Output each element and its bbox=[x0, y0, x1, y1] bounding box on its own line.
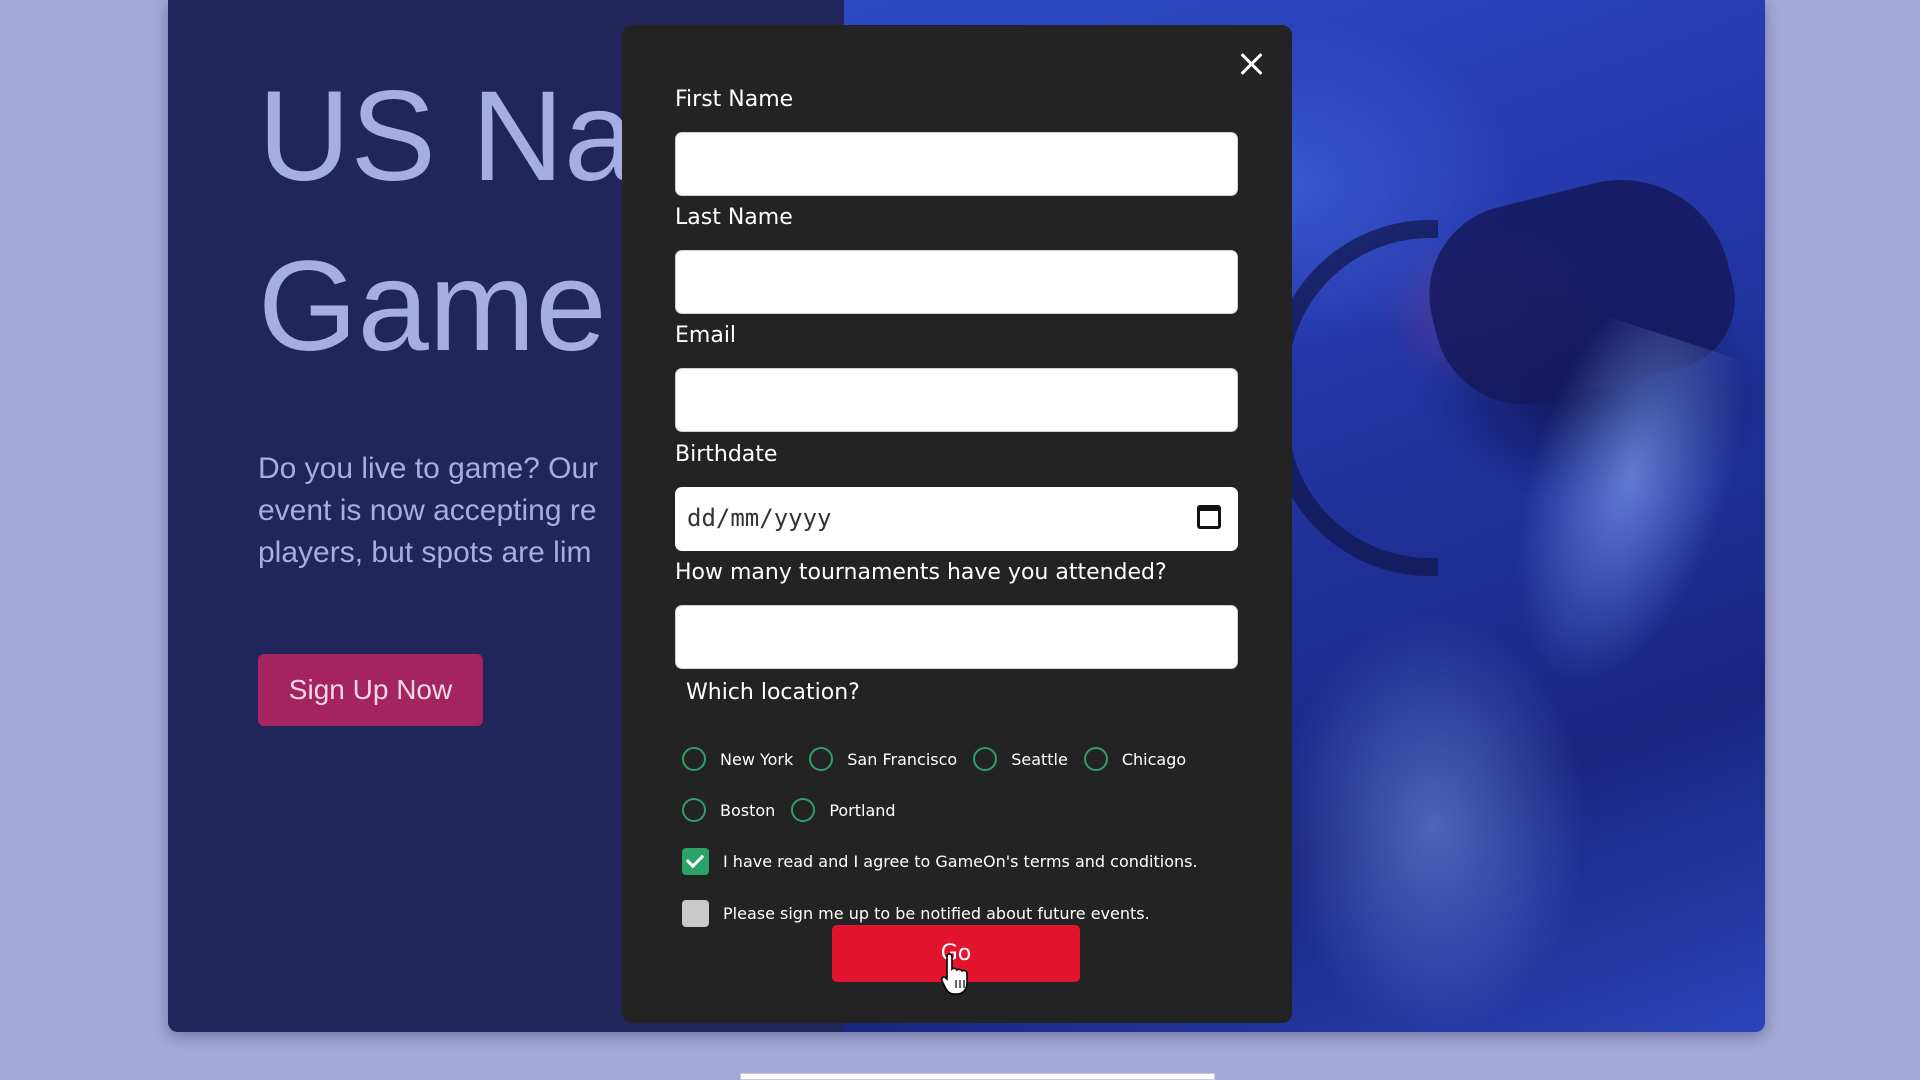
radio-circle[interactable] bbox=[1083, 747, 1108, 771]
signup-modal: First Name Last Name Email Birthdate dd/… bbox=[622, 25, 1292, 1023]
radio-label: Portland bbox=[829, 800, 896, 820]
close-icon[interactable] bbox=[1231, 44, 1271, 84]
radio-chicago[interactable]: Chicago bbox=[1083, 747, 1187, 771]
email-label: Email bbox=[675, 323, 737, 348]
radio-label: New York bbox=[720, 749, 794, 769]
location-radio-row: New York San Francisco Seattle Chicago bbox=[682, 747, 1202, 771]
radio-circle[interactable] bbox=[682, 747, 706, 771]
calendar-icon[interactable] bbox=[1197, 505, 1221, 529]
birthdate-input[interactable]: dd/mm/yyyy bbox=[675, 487, 1238, 551]
tournaments-label: How many tournaments have you attended? bbox=[675, 560, 1167, 585]
hero-description: Do you live to game? Our event is now ac… bbox=[258, 452, 599, 569]
birthdate-label: Birthdate bbox=[675, 442, 778, 467]
radio-boston[interactable]: Boston bbox=[682, 798, 775, 822]
radio-seattle[interactable]: Seattle bbox=[973, 747, 1068, 771]
sign-up-now-button[interactable]: Sign Up Now bbox=[258, 654, 483, 726]
location-radio-row: Boston Portland bbox=[682, 798, 912, 822]
pointer-cursor-icon bbox=[940, 953, 968, 995]
terms-checkbox[interactable] bbox=[682, 848, 709, 875]
radio-circle[interactable] bbox=[809, 747, 834, 771]
first-name-input[interactable] bbox=[675, 132, 1238, 196]
bottom-panel-edge bbox=[740, 1073, 1215, 1080]
radio-circle[interactable] bbox=[973, 747, 998, 771]
radio-label: Chicago bbox=[1121, 749, 1187, 769]
radio-label: San Francisco bbox=[847, 749, 958, 769]
notify-checkbox-row[interactable]: Please sign me up to be notified about f… bbox=[682, 900, 1150, 927]
radio-label: Seattle bbox=[1011, 749, 1068, 769]
last-name-input[interactable] bbox=[675, 250, 1238, 314]
radio-circle[interactable] bbox=[791, 798, 816, 822]
terms-checkbox-row[interactable]: I have read and I agree to GameOn's term… bbox=[682, 848, 1198, 875]
location-question: Which location? bbox=[686, 680, 860, 705]
tournaments-input[interactable] bbox=[675, 605, 1238, 669]
terms-label: I have read and I agree to GameOn's term… bbox=[723, 852, 1198, 871]
radio-label: Boston bbox=[720, 800, 776, 820]
birthdate-placeholder: dd/mm/yyyy bbox=[687, 504, 832, 532]
radio-circle[interactable] bbox=[682, 798, 706, 822]
email-input[interactable] bbox=[675, 368, 1238, 432]
hero-title: US Nat Game bbox=[258, 65, 671, 378]
notify-label: Please sign me up to be notified about f… bbox=[723, 904, 1150, 923]
notify-checkbox[interactable] bbox=[682, 900, 709, 927]
radio-portland[interactable]: Portland bbox=[791, 798, 896, 822]
first-name-label: First Name bbox=[675, 87, 794, 112]
radio-new-york[interactable]: New York bbox=[682, 747, 793, 771]
last-name-label: Last Name bbox=[675, 205, 793, 230]
radio-san-francisco[interactable]: San Francisco bbox=[809, 747, 957, 771]
